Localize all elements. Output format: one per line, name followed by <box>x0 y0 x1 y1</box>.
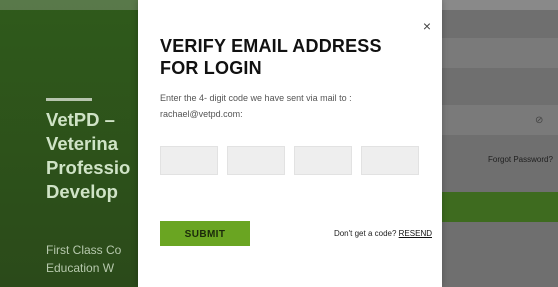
resend-prompt: Don't get a code? <box>333 229 397 238</box>
resend-link[interactable]: RESEND <box>399 229 432 238</box>
hero-divider <box>46 98 92 101</box>
resend-row: Don't get a code? RESEND <box>312 229 432 239</box>
verify-email-modal: × VERIFY EMAIL ADDRESS FOR LOGIN Enter t… <box>138 0 442 287</box>
background-login-button <box>440 192 558 222</box>
code-input-2[interactable] <box>227 146 285 175</box>
code-input-4[interactable] <box>361 146 419 175</box>
close-icon[interactable]: × <box>421 19 433 33</box>
modal-description: Enter the 4- digit code we have sent via… <box>160 93 352 103</box>
eye-slash-icon: ⊘ <box>535 115 544 126</box>
modal-title: VERIFY EMAIL ADDRESS FOR LOGIN <box>160 36 382 78</box>
code-input-1[interactable] <box>160 146 218 175</box>
modal-email: rachael@vetpd.com: <box>160 109 243 119</box>
submit-button[interactable]: SUBMIT <box>160 221 250 246</box>
forgot-password-link: Forgot Password? <box>488 155 553 164</box>
background-email-field <box>440 38 558 68</box>
code-input-3[interactable] <box>294 146 352 175</box>
